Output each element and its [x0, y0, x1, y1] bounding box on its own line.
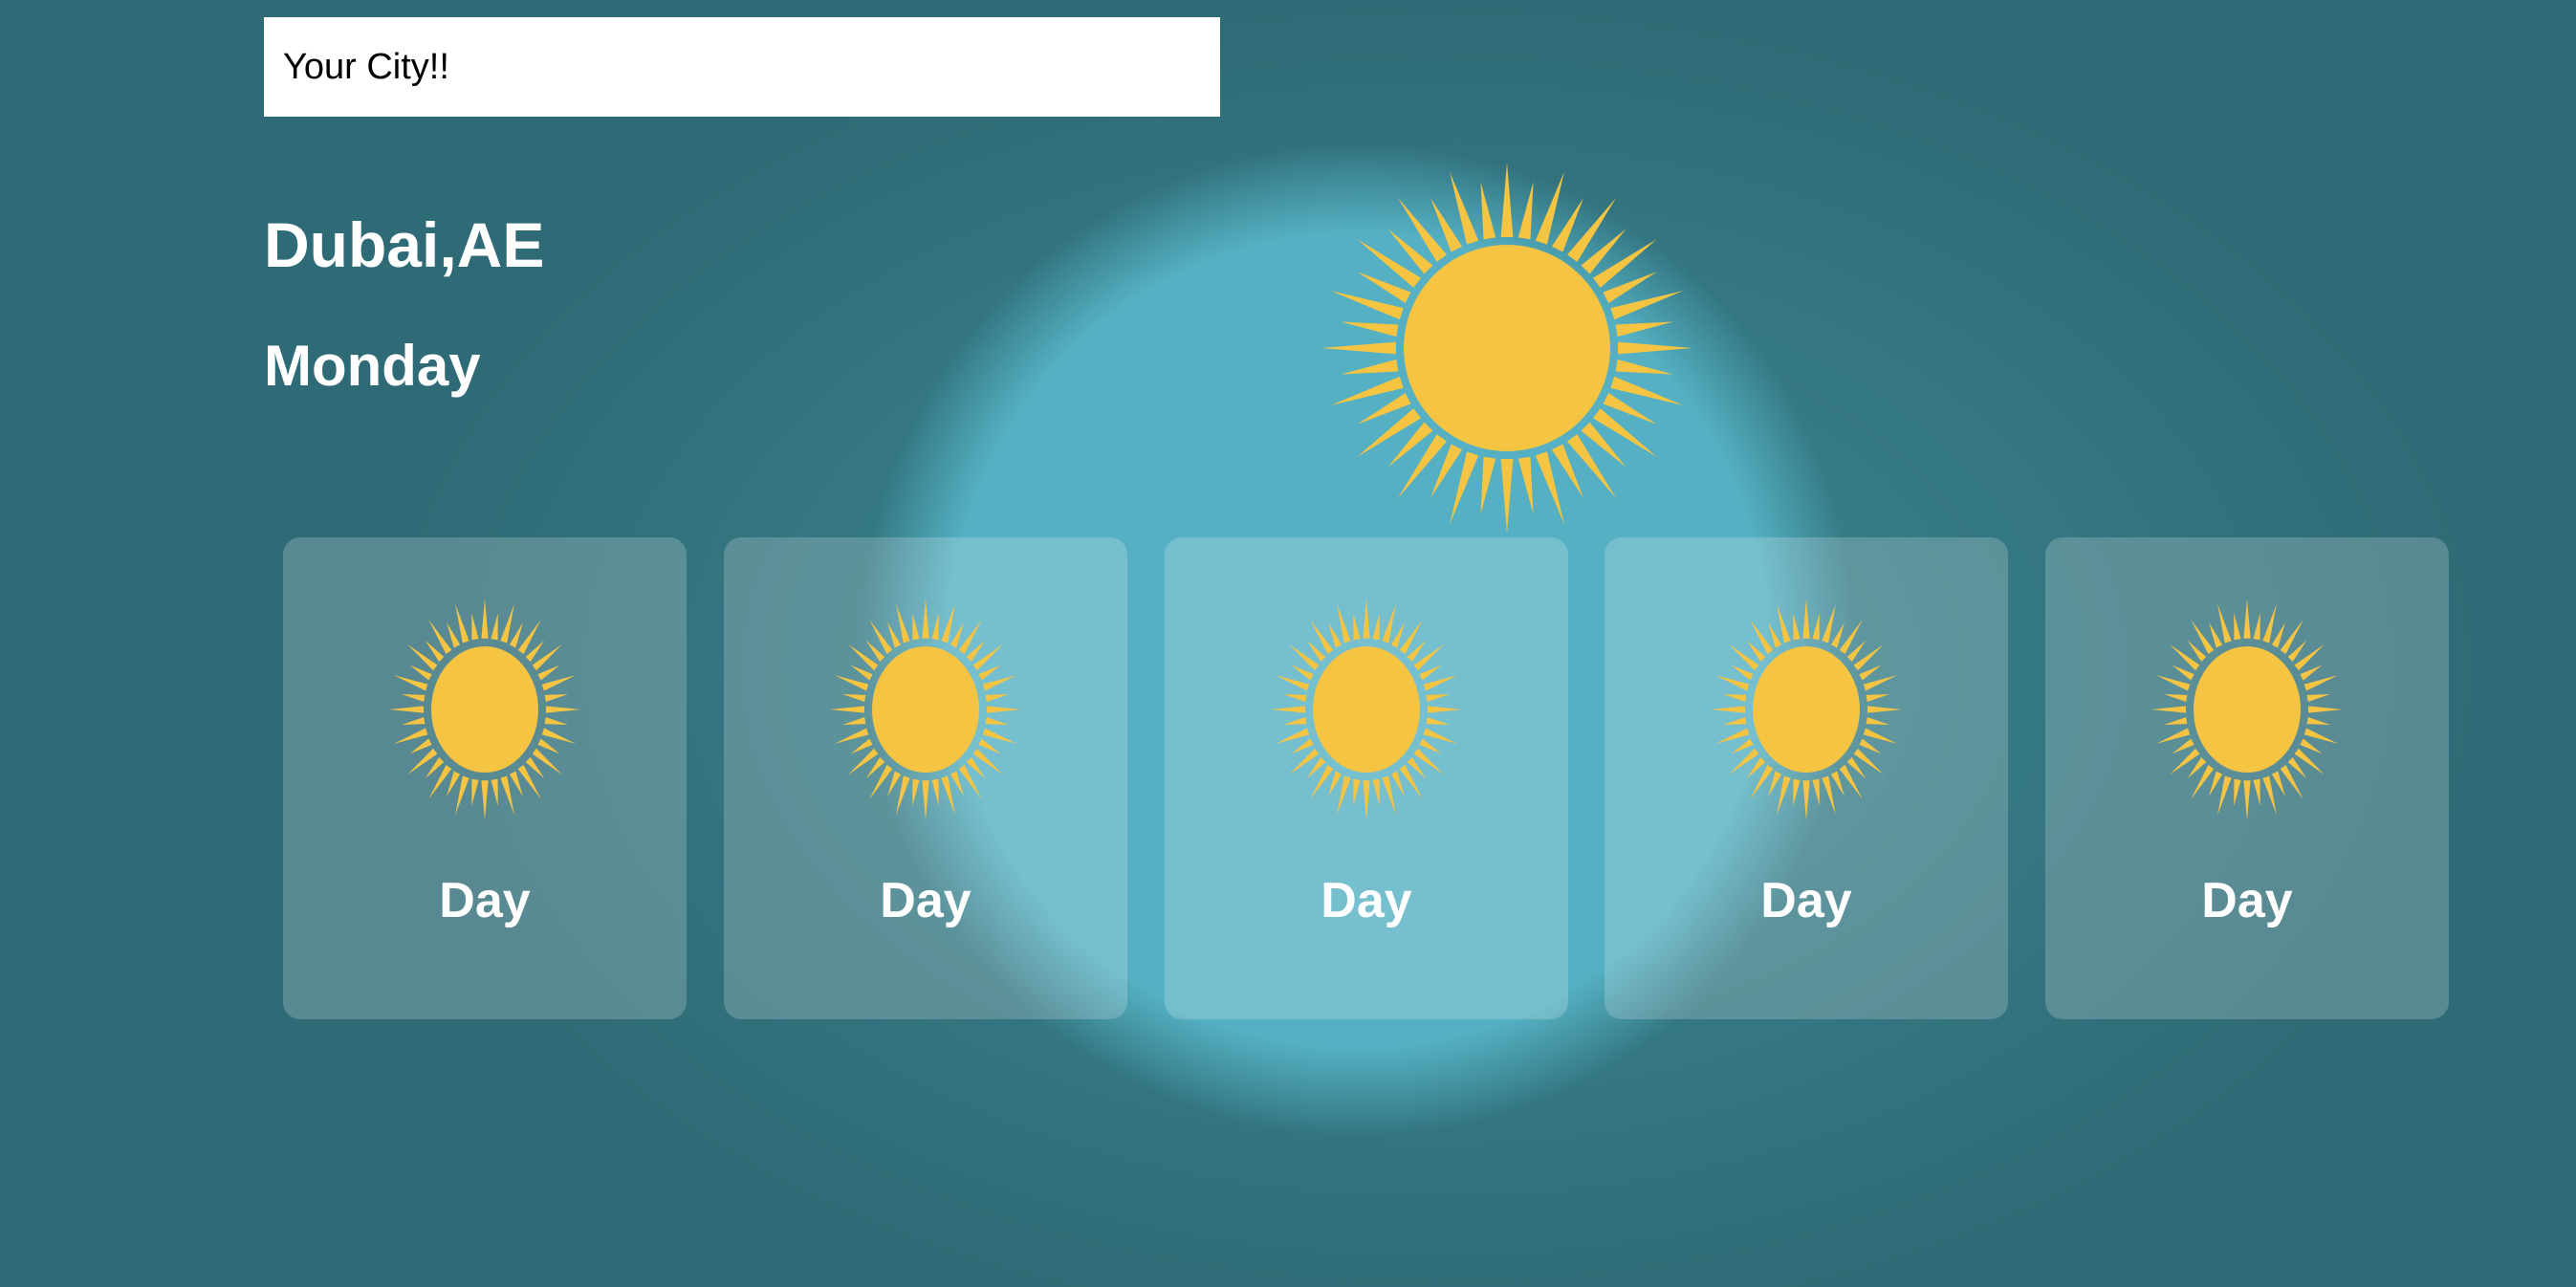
sun-icon [1271, 599, 1462, 820]
current-day: Monday [264, 334, 481, 398]
forecast-day-label: Day [439, 873, 531, 928]
city-search-input[interactable] [264, 17, 1220, 117]
forecast-day-label: Day [2201, 873, 2293, 928]
sun-icon [830, 599, 1021, 820]
forecast-card-4: Day [1605, 537, 2008, 1019]
forecast-card-1: Day [283, 537, 687, 1019]
sun-icon [389, 599, 580, 820]
city-title: Dubai,AE [264, 209, 545, 280]
forecast-card-2: Day [724, 537, 1127, 1019]
forecast-card-5: Day [2045, 537, 2449, 1019]
sun-icon [1711, 599, 1902, 820]
forecast-day-label: Day [1760, 873, 1852, 928]
forecast-day-label: Day [1321, 873, 1412, 928]
sun-icon [1321, 163, 1692, 534]
forecast-card-3: Day [1165, 537, 1568, 1019]
forecast-day-label: Day [880, 873, 971, 928]
sun-icon [2151, 599, 2343, 820]
